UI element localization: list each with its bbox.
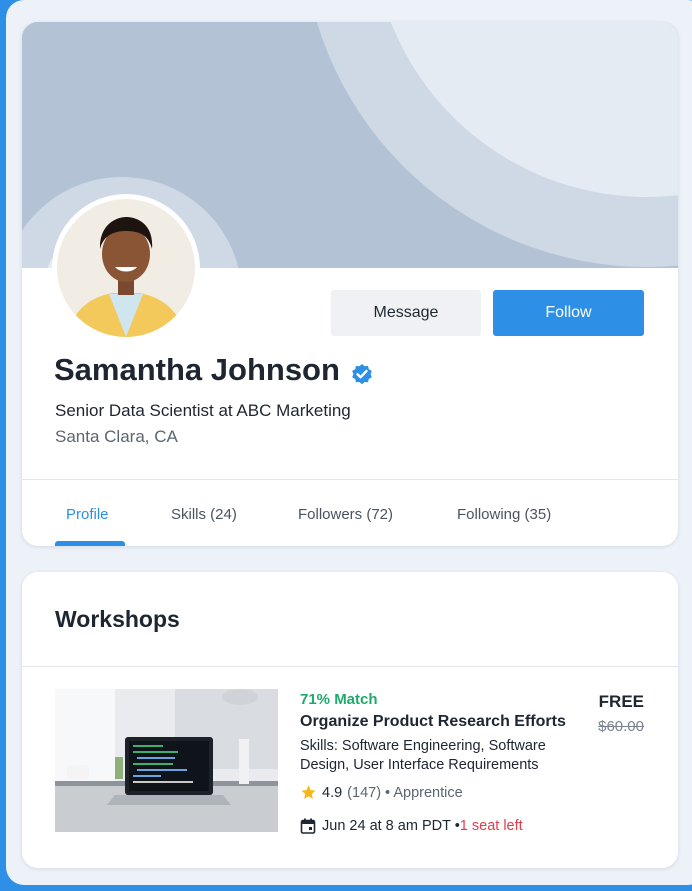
workshop-level: • Apprentice xyxy=(385,784,463,801)
profile-name: Samantha Johnson xyxy=(54,352,374,388)
active-tab-indicator xyxy=(55,541,125,546)
rating-value: 4.9 xyxy=(322,784,343,801)
star-icon xyxy=(300,784,317,801)
match-percentage: 71% Match xyxy=(300,691,378,708)
divider xyxy=(22,666,678,667)
review-count: (147) xyxy=(347,784,382,801)
workshop-price: FREE xyxy=(598,692,644,711)
workshop-original-price: $60.00 xyxy=(598,718,644,735)
profile-title: Senior Data Scientist at ABC Marketing xyxy=(55,401,351,420)
profile-location: Santa Clara, CA xyxy=(55,427,178,446)
workshop-title[interactable]: Organize Product Research Efforts xyxy=(300,713,566,731)
seats-left: 1 seat left xyxy=(459,818,523,834)
profile-name-text: Samantha Johnson xyxy=(54,352,340,387)
workshop-thumbnail[interactable] xyxy=(55,689,278,832)
workshop-schedule: Jun 24 at 8 am PDT • 1 seat left xyxy=(300,818,523,834)
avatar[interactable] xyxy=(52,194,200,342)
verified-badge-icon xyxy=(350,358,374,385)
tab-following[interactable]: Following (35) xyxy=(457,506,551,523)
workshops-card: Workshops 71% Match Organize Product Res… xyxy=(22,572,678,868)
profile-card: Message Follow Samantha Johnson Senior D… xyxy=(22,22,678,546)
tab-skills[interactable]: Skills (24) xyxy=(171,506,237,523)
calendar-icon xyxy=(300,818,316,834)
workshop-date: Jun 24 at 8 am PDT • xyxy=(322,818,460,834)
tab-profile[interactable]: Profile xyxy=(66,506,109,523)
follow-button[interactable]: Follow xyxy=(493,290,644,336)
divider xyxy=(22,479,678,480)
tab-followers[interactable]: Followers (72) xyxy=(298,506,393,523)
workshop-rating: 4.9 (147) • Apprentice xyxy=(300,784,463,801)
workshops-heading: Workshops xyxy=(55,606,180,632)
message-button[interactable]: Message xyxy=(331,290,481,336)
workshop-skills: Skills: Software Engineering, Software D… xyxy=(300,738,546,773)
